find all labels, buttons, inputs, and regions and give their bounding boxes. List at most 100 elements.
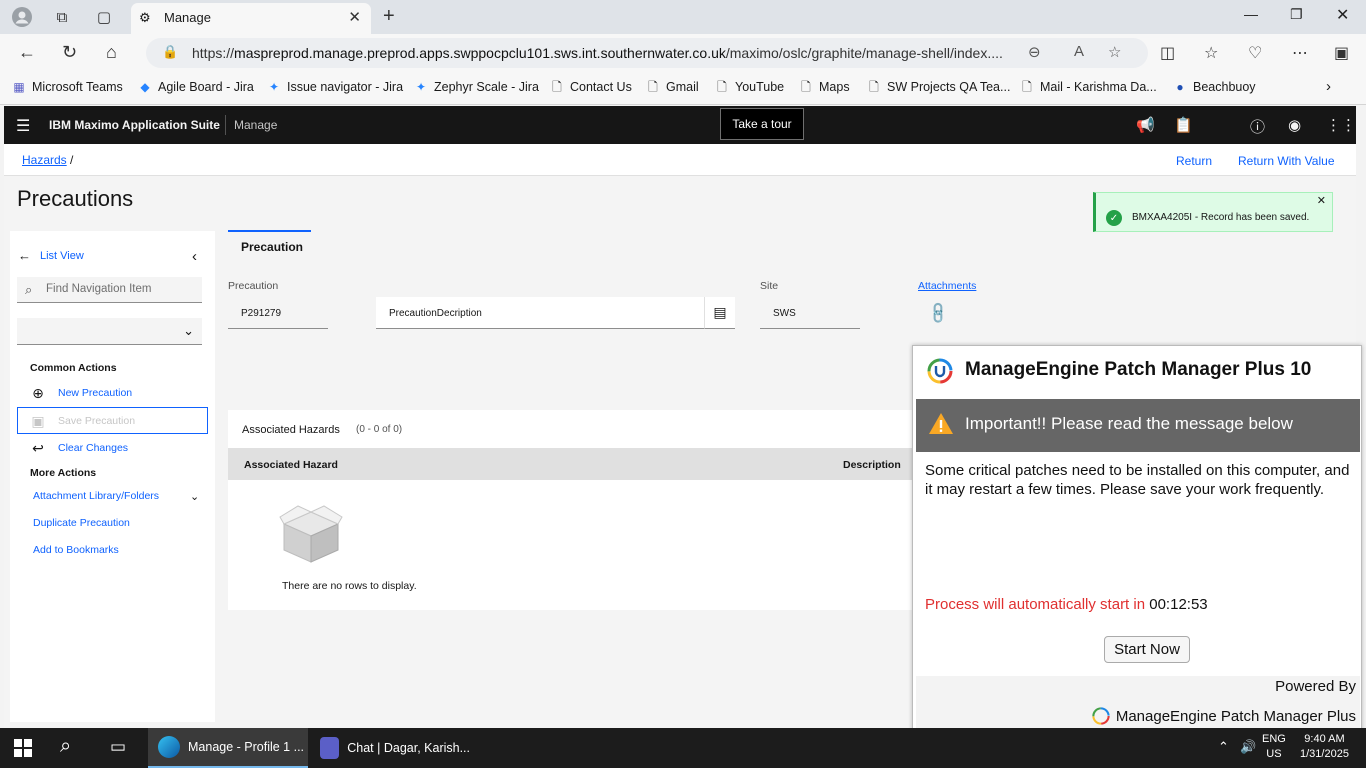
home-icon[interactable]: ⌂: [106, 42, 117, 63]
popup-footer: Powered By ManageEngine Patch Manager Pl…: [916, 676, 1360, 731]
favorites-icon[interactable]: ☆: [1204, 43, 1218, 63]
bookmark-sw-projects[interactable]: 🗋 SW Projects QA Tea...: [867, 80, 1010, 94]
close-tab-icon[interactable]: ✕: [348, 8, 361, 26]
list-view-link[interactable]: ← List View: [18, 248, 84, 263]
find-navigation-search[interactable]: ⌕ Find Navigation Item: [17, 277, 202, 303]
favorite-star-icon[interactable]: ☆: [1108, 43, 1121, 61]
taskbar-edge-app[interactable]: Manage - Profile 1 ...: [148, 728, 308, 768]
column-description[interactable]: Description: [843, 459, 901, 471]
restore-icon[interactable]: ❐: [1290, 6, 1303, 23]
start-now-button[interactable]: Start Now: [1104, 636, 1190, 663]
return-with-value-link[interactable]: Return With Value: [1238, 154, 1335, 168]
attachments-link[interactable]: Attachments: [918, 280, 976, 292]
maximo-brand[interactable]: IBM Maximo Application Suite: [49, 118, 220, 132]
taskbar-teams-app[interactable]: Chat | Dagar, Karish...: [310, 728, 470, 768]
profile-icon[interactable]: [12, 7, 32, 27]
bookmark-contact-us[interactable]: 🗋 Contact Us: [550, 80, 632, 94]
read-aloud-icon[interactable]: A: [1074, 43, 1084, 60]
tray-expand-icon[interactable]: ⌃: [1218, 739, 1229, 755]
new-tab-icon[interactable]: +: [383, 5, 395, 28]
browser-essentials-icon[interactable]: ♡: [1248, 43, 1262, 63]
take-a-tour-button[interactable]: Take a tour: [720, 108, 804, 140]
zoom-icon[interactable]: ⊖: [1028, 43, 1041, 61]
window-close-icon[interactable]: ✕: [1336, 5, 1349, 25]
new-precaution-action[interactable]: ⊕ New Precaution: [30, 385, 132, 401]
chevron-down-icon[interactable]: ⌄: [190, 490, 199, 503]
workspaces-icon[interactable]: ⧉: [52, 7, 72, 27]
tab-precaution[interactable]: Precaution: [241, 240, 303, 254]
search-icon: ⌕: [25, 282, 33, 297]
bookmark-gmail[interactable]: 🗋 Gmail: [646, 80, 698, 94]
page-icon: 🗋: [717, 80, 727, 94]
minimize-icon[interactable]: —: [1244, 6, 1258, 22]
browser-tab-active[interactable]: ⚙ Manage ✕: [131, 3, 371, 34]
clear-changes-action[interactable]: ↩ Clear Changes: [30, 440, 128, 456]
toast-close-icon[interactable]: ✕: [1317, 194, 1326, 207]
associated-hazards-table: Associated Hazards (0 - 0 of 0) Associat…: [228, 410, 918, 610]
return-link[interactable]: Return: [1176, 154, 1212, 168]
url-field[interactable]: 🔒 https://maspreprod.manage.preprod.apps…: [146, 38, 1148, 68]
system-clock[interactable]: 9:40 AM 1/31/2025: [1300, 732, 1349, 762]
long-description-icon[interactable]: ▤: [704, 297, 735, 329]
refresh-icon[interactable]: ↻: [62, 42, 77, 63]
header-divider: [225, 115, 226, 135]
volume-icon[interactable]: 🔊: [1240, 739, 1256, 755]
windows-taskbar: ⌕ ▭ Manage - Profile 1 ... Chat | Dagar,…: [0, 728, 1366, 768]
paperclip-icon[interactable]: 🔗: [925, 300, 951, 326]
app-name: Manage: [234, 118, 278, 132]
add-to-bookmarks-action[interactable]: Add to Bookmarks: [33, 544, 119, 556]
bookmark-beachbuoy[interactable]: ● Beachbuoy: [1173, 80, 1255, 94]
split-screen-icon[interactable]: ◫: [1160, 43, 1175, 63]
add-circle-icon: ⊕: [32, 384, 44, 401]
hamburger-menu-icon[interactable]: ☰: [16, 116, 30, 136]
clipboard-icon[interactable]: 📋: [1174, 116, 1193, 134]
bookmarks-overflow-icon[interactable]: ›: [1326, 78, 1331, 95]
collapse-chevron-icon[interactable]: ‹: [192, 248, 197, 265]
search-icon[interactable]: ⌕: [60, 735, 71, 758]
manageengine-logo-icon: [927, 358, 953, 384]
breadcrumb-hazards-link[interactable]: Hazards: [22, 153, 67, 167]
bookmark-maps[interactable]: 🗋 Maps: [799, 80, 849, 94]
page-icon: 🗋: [869, 80, 879, 94]
tab-actions-icon[interactable]: ▢: [94, 7, 114, 27]
popup-brand: ManageEngine Patch Manager Plus: [1092, 707, 1356, 725]
empty-table-message: There are no rows to display.: [282, 580, 417, 592]
popup-countdown: Process will automatically start in 00:1…: [925, 596, 1208, 613]
bookmark-issue-navigator[interactable]: ✦ Issue navigator - Jira: [267, 80, 403, 94]
maximo-favicon-icon: ⚙: [139, 10, 151, 25]
bookmark-microsoft-teams[interactable]: ▦ Microsoft Teams: [12, 80, 122, 94]
site-field[interactable]: SWS: [760, 297, 860, 329]
bookmark-youtube[interactable]: 🗋 YouTube: [715, 80, 784, 94]
save-precaution-action[interactable]: ▣ Save Precaution: [30, 413, 135, 429]
app-switcher-icon[interactable]: ⋮⋮: [1326, 116, 1356, 134]
duplicate-precaution-action[interactable]: Duplicate Precaution: [33, 517, 130, 529]
arrow-left-icon: ←: [18, 248, 31, 263]
manageengine-small-logo-icon: [1092, 707, 1110, 725]
more-options-icon[interactable]: ⋯: [1292, 43, 1308, 63]
help-icon[interactable]: ⓘ: [1250, 116, 1265, 137]
maximo-header: ☰ IBM Maximo Application Suite Manage Ta…: [4, 106, 1356, 144]
precaution-label: Precaution: [228, 280, 279, 292]
back-icon[interactable]: ←: [18, 42, 36, 63]
precaution-field[interactable]: P291279: [228, 297, 328, 329]
task-view-icon[interactable]: ▭: [110, 737, 126, 757]
lock-icon[interactable]: 🔒: [162, 44, 178, 60]
column-associated-hazard[interactable]: Associated Hazard: [244, 459, 338, 471]
bookmark-agile-board[interactable]: ◆ Agile Board - Jira: [138, 80, 254, 94]
patch-manager-popup: ManageEngine Patch Manager Plus 10 Impor…: [912, 345, 1362, 733]
popup-banner-text: Important!! Please read the message belo…: [965, 414, 1293, 433]
windows-start-icon[interactable]: [14, 739, 32, 757]
description-field[interactable]: PrecautionDecription: [376, 297, 704, 329]
breadcrumb: Hazards / Return Return With Value: [4, 144, 1356, 176]
announcement-icon[interactable]: 📢: [1136, 116, 1155, 134]
tab-indicator: [228, 230, 311, 232]
user-profile-icon[interactable]: ◉: [1288, 116, 1301, 134]
bookmark-mail[interactable]: 🗋 Mail - Karishma Da...: [1020, 80, 1157, 94]
breadcrumb-separator: /: [70, 153, 74, 167]
navigation-dropdown[interactable]: ⌄: [17, 318, 202, 345]
toast-message: BMXAA4205I - Record has been saved.: [1132, 212, 1310, 223]
input-language[interactable]: ENG US: [1262, 732, 1286, 762]
sidebar-toggle-icon[interactable]: ▣: [1334, 43, 1349, 63]
bookmark-zephyr-scale[interactable]: ✦ Zephyr Scale - Jira: [414, 80, 539, 94]
attachment-library-action[interactable]: Attachment Library/Folders: [33, 490, 159, 502]
